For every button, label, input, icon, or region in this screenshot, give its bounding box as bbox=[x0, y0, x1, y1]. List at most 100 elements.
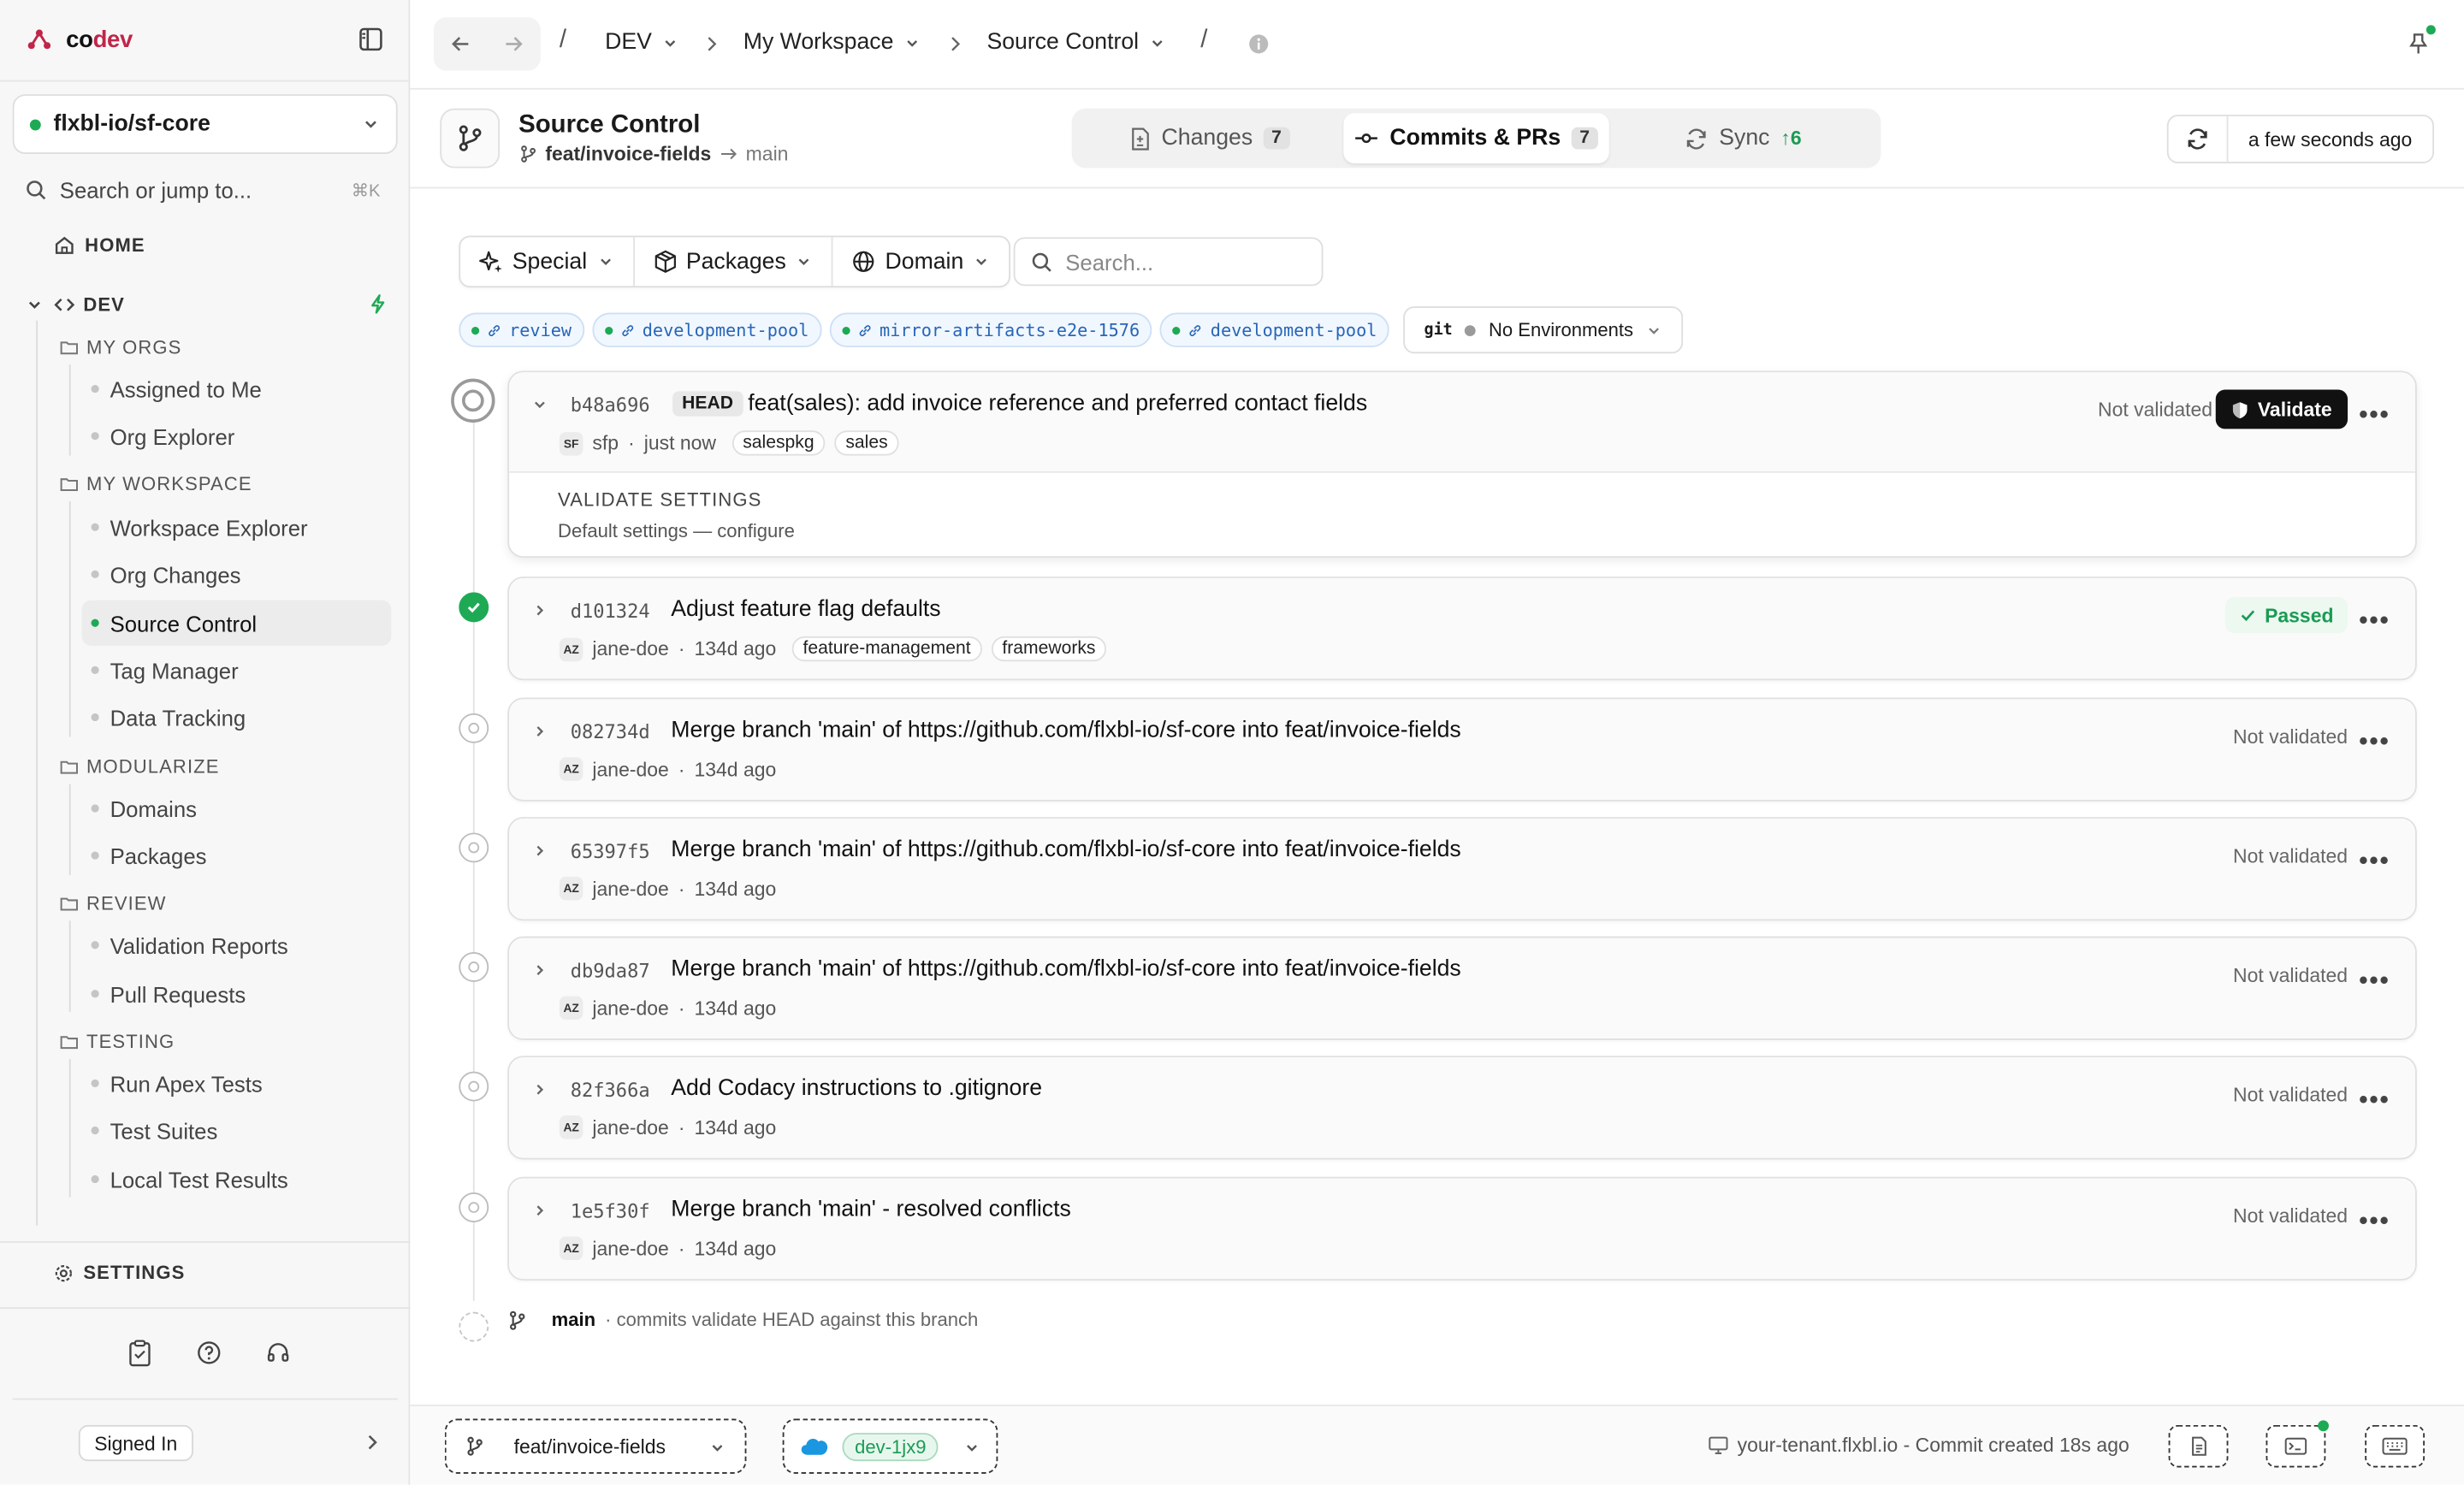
base-branch-name[interactable]: main bbox=[552, 1309, 595, 1331]
commit-card[interactable]: 65397f5 Merge branch 'main' of https://g… bbox=[507, 817, 2417, 921]
breadcrumb-my-workspace[interactable]: My Workspace bbox=[743, 30, 921, 55]
chevron-down-icon[interactable] bbox=[531, 396, 548, 413]
sidebar-item-local-test-results[interactable]: Local Test Results bbox=[82, 1157, 392, 1202]
commit-tag[interactable]: feature-management bbox=[791, 636, 982, 662]
chevron-right-icon[interactable] bbox=[531, 1202, 548, 1219]
commit-row[interactable]: db9da87 Merge branch 'main' of https://g… bbox=[509, 938, 2416, 1039]
search-jump[interactable]: Search or jump to... ⌘K bbox=[25, 173, 386, 207]
commit-card[interactable]: 082734d Merge branch 'main' of https://g… bbox=[507, 697, 2417, 802]
section-my-workspace[interactable]: MY WORKSPACE bbox=[60, 473, 252, 495]
sidebar-item-data-tracking[interactable]: Data Tracking bbox=[82, 695, 392, 740]
env-chip[interactable]: review bbox=[459, 312, 584, 347]
commit-row[interactable]: b48a696 HEAD feat(sales): add invoice re… bbox=[509, 372, 2416, 473]
help-icon[interactable] bbox=[195, 1339, 223, 1367]
commit-sha[interactable]: b48a696 bbox=[571, 394, 650, 417]
sidebar-item-workspace-explorer[interactable]: Workspace Explorer bbox=[82, 505, 392, 550]
commit-tag[interactable]: frameworks bbox=[991, 636, 1107, 662]
sidebar-item-validation-reports[interactable]: Validation Reports bbox=[82, 922, 392, 967]
nav-home[interactable]: HOME bbox=[53, 234, 145, 256]
passed-badge[interactable]: Passed bbox=[2225, 596, 2348, 634]
filter-special[interactable]: Special bbox=[460, 237, 635, 287]
commit-card[interactable]: b48a696 HEAD feat(sales): add invoice re… bbox=[507, 370, 2417, 559]
env-chip[interactable]: mirror-artifacts-e2e-1576 bbox=[829, 312, 1152, 347]
commit-sha[interactable]: 1e5f30f bbox=[571, 1200, 650, 1222]
nav-dev[interactable]: DEV bbox=[25, 293, 125, 316]
commit-tag[interactable]: sales bbox=[834, 430, 899, 456]
env-chip[interactable]: development-pool bbox=[591, 312, 822, 347]
commit-card[interactable]: db9da87 Merge branch 'main' of https://g… bbox=[507, 936, 2417, 1040]
sidebar-item-packages[interactable]: Packages bbox=[82, 832, 392, 878]
brand[interactable]: codev bbox=[0, 0, 409, 82]
commit-card[interactable]: 1e5f30f Merge branch 'main' - resolved c… bbox=[507, 1176, 2417, 1281]
pin-icon[interactable] bbox=[2408, 32, 2430, 56]
nav-settings[interactable]: SETTINGS bbox=[53, 1262, 185, 1284]
section-my-orgs[interactable]: MY ORGS bbox=[60, 336, 182, 358]
refresh-control[interactable]: a few seconds ago bbox=[2166, 115, 2435, 164]
arrow-left-icon[interactable] bbox=[449, 33, 471, 56]
chevron-right-icon[interactable] bbox=[531, 723, 548, 740]
sidebar-item-tag-manager[interactable]: Tag Manager bbox=[82, 648, 392, 693]
filter-domain[interactable]: Domain bbox=[833, 237, 1010, 286]
branch-selector[interactable]: feat/invoice-fields bbox=[444, 1418, 747, 1474]
tab-sync[interactable]: Sync ↑6 bbox=[1609, 113, 1876, 163]
terminal-button[interactable] bbox=[2266, 1420, 2329, 1468]
commit-card[interactable]: d101324 Adjust feature flag defaults AZ … bbox=[507, 577, 2417, 681]
arrow-right-icon[interactable] bbox=[503, 33, 525, 56]
more-icon[interactable]: ••• bbox=[2359, 609, 2390, 635]
validate-button[interactable]: Validate bbox=[2215, 389, 2348, 429]
refresh-icon[interactable] bbox=[2168, 115, 2228, 163]
more-icon[interactable]: ••• bbox=[2359, 403, 2390, 429]
clipboard-icon[interactable] bbox=[126, 1339, 154, 1367]
more-icon[interactable]: ••• bbox=[2359, 1209, 2390, 1234]
sidebar-item-test-suites[interactable]: Test Suites bbox=[82, 1108, 392, 1153]
headset-icon[interactable] bbox=[264, 1339, 293, 1367]
more-icon[interactable]: ••• bbox=[2359, 849, 2390, 875]
commit-row[interactable]: 082734d Merge branch 'main' of https://g… bbox=[509, 699, 2416, 800]
more-icon[interactable]: ••• bbox=[2359, 1088, 2390, 1114]
sidebar-item-assigned-to-me[interactable]: Assigned to Me bbox=[82, 366, 392, 411]
breadcrumb-dev[interactable]: DEV bbox=[605, 30, 678, 55]
org-selector[interactable]: dev-1jx9 bbox=[782, 1418, 998, 1474]
commit-row[interactable]: 65397f5 Merge branch 'main' of https://g… bbox=[509, 818, 2416, 920]
search-input[interactable] bbox=[1065, 249, 1301, 275]
chevron-right-icon[interactable] bbox=[531, 842, 548, 859]
sidebar-item-domains[interactable]: Domains bbox=[82, 785, 392, 831]
chevron-right-icon[interactable] bbox=[531, 961, 548, 979]
filter-packages[interactable]: Packages bbox=[634, 237, 833, 287]
section-modularize[interactable]: MODULARIZE bbox=[60, 755, 220, 778]
sidebar-item-pull-requests[interactable]: Pull Requests bbox=[82, 971, 392, 1016]
commit-sha[interactable]: 65397f5 bbox=[571, 841, 650, 863]
org-switcher[interactable]: flxbl-io/sf-core bbox=[12, 94, 398, 154]
breadcrumb-source-control[interactable]: Source Control bbox=[986, 30, 1165, 55]
chevron-right-icon[interactable] bbox=[364, 1433, 380, 1452]
info-icon[interactable] bbox=[1247, 33, 1270, 56]
validate-settings-link[interactable]: Default settings — configure bbox=[558, 520, 795, 542]
commit-sha[interactable]: d101324 bbox=[571, 601, 650, 623]
more-icon[interactable]: ••• bbox=[2359, 730, 2390, 755]
section-testing[interactable]: TESTING bbox=[60, 1031, 175, 1053]
commit-sha[interactable]: db9da87 bbox=[571, 960, 650, 982]
commit-tag[interactable]: salespkg bbox=[732, 430, 826, 456]
section-review[interactable]: REVIEW bbox=[60, 892, 167, 914]
tab-changes[interactable]: Changes 7 bbox=[1076, 113, 1343, 163]
document-button[interactable] bbox=[2168, 1424, 2229, 1468]
commit-search[interactable] bbox=[1013, 237, 1324, 287]
sidebar-toggle-icon[interactable] bbox=[358, 27, 383, 51]
commit-row[interactable]: 82f366a Add Codacy instructions to .giti… bbox=[509, 1057, 2416, 1158]
chevron-right-icon[interactable] bbox=[531, 601, 548, 618]
sidebar-item-org-changes[interactable]: Org Changes bbox=[82, 552, 392, 597]
signed-in-badge[interactable]: Signed In bbox=[78, 1424, 193, 1462]
chevron-right-icon[interactable] bbox=[531, 1081, 548, 1098]
commit-sha[interactable]: 82f366a bbox=[571, 1080, 650, 1102]
commit-row[interactable]: 1e5f30f Merge branch 'main' - resolved c… bbox=[509, 1178, 2416, 1280]
more-icon[interactable]: ••• bbox=[2359, 968, 2390, 994]
keyboard-button[interactable] bbox=[2365, 1424, 2426, 1468]
sidebar-item-org-explorer[interactable]: Org Explorer bbox=[82, 413, 392, 459]
tab-commits-prs[interactable]: Commits & PRs 7 bbox=[1342, 113, 1610, 164]
sidebar-item-run-apex-tests[interactable]: Run Apex Tests bbox=[82, 1061, 392, 1106]
env-chip[interactable]: development-pool bbox=[1160, 312, 1390, 347]
environment-select[interactable]: git No Environments bbox=[1403, 306, 1684, 354]
commit-card[interactable]: 82f366a Add Codacy instructions to .giti… bbox=[507, 1056, 2417, 1160]
commit-sha[interactable]: 082734d bbox=[571, 721, 650, 743]
commit-row[interactable]: d101324 Adjust feature flag defaults AZ … bbox=[509, 577, 2416, 679]
